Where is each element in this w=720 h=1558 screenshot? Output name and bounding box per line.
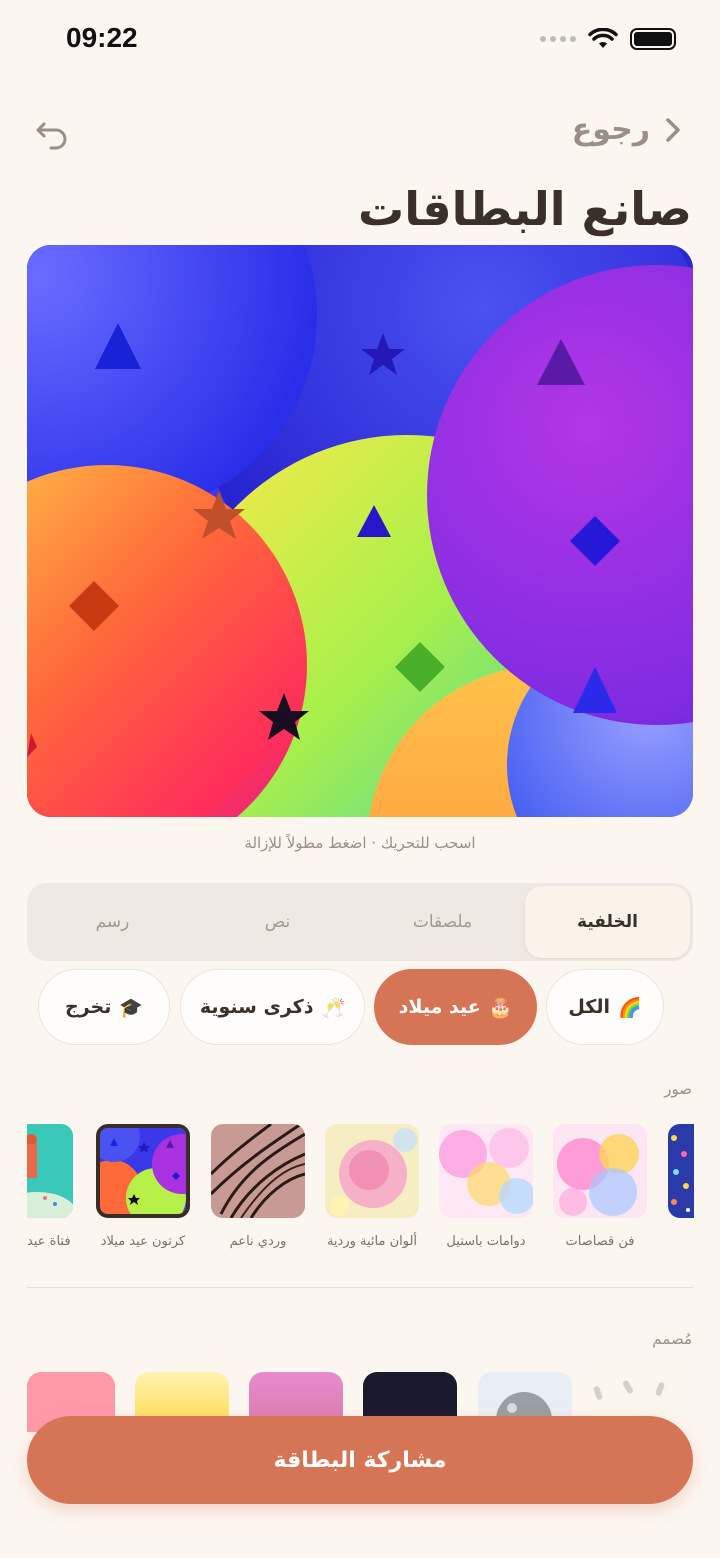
photo-thumbnail [668, 1124, 694, 1218]
champagne-icon: 🥂 [321, 996, 346, 1019]
battery-icon [630, 28, 676, 50]
photo-item[interactable]: دوامات باستيل [439, 1124, 533, 1249]
undo-icon [36, 122, 67, 150]
undo-button[interactable] [34, 112, 74, 152]
photo-item[interactable]: فن قصاصات [553, 1124, 647, 1249]
photo-thumbnail [211, 1124, 305, 1218]
photo-caption: دوامات باستيل [446, 1234, 526, 1249]
canvas-hint: اسحب للتحريك · اضغط مطولاً للإزالة [244, 834, 476, 852]
status-bar: 09:22 [0, 0, 720, 80]
photo-item-selected[interactable]: كرتون عيد ميلاد [96, 1124, 190, 1249]
photo-thumbnail [325, 1124, 419, 1218]
chip-label: ذكرى سنوية [199, 996, 314, 1018]
chip-anniversary[interactable]: 🥂 ذكرى سنوية [180, 969, 365, 1045]
wifi-icon [588, 28, 618, 48]
photo-caption: فن قصاصات [565, 1234, 635, 1249]
chip-graduation[interactable]: 🎓 تخرج [38, 969, 170, 1045]
designer-section-label: مُصمم [652, 1330, 692, 1348]
photo-caption: فتاة عيد [27, 1234, 71, 1249]
chevron-right-icon [666, 117, 680, 142]
photos-row: فن قصاصات دوامات باستيل ألوان مائية وردي [0, 1124, 720, 1264]
cake-icon: 🎂 [488, 996, 513, 1019]
photo-thumbnail [27, 1124, 73, 1218]
photo-item-partial[interactable] [668, 1124, 694, 1218]
card-canvas[interactable] [27, 245, 693, 817]
photo-item[interactable]: ألوان مائية وردية [325, 1124, 419, 1249]
chip-label: تخرج [65, 996, 112, 1018]
share-card-button[interactable]: مشاركة البطاقة [27, 1416, 693, 1504]
photo-thumbnail [439, 1124, 533, 1218]
photo-thumbnail [96, 1124, 190, 1218]
tab-stickers[interactable]: ملصقات [360, 886, 525, 958]
photo-caption: وردي ناعم [229, 1234, 287, 1249]
back-button[interactable]: رجوع [572, 112, 682, 147]
cellular-signal-icon [540, 36, 576, 42]
tab-background[interactable]: الخلفية [525, 886, 690, 958]
chip-birthday[interactable]: 🎂 عيد ميلاد [374, 969, 537, 1045]
tab-draw[interactable]: رسم [30, 886, 195, 958]
photo-caption: ألوان مائية وردية [326, 1234, 418, 1249]
card-background-image [27, 245, 693, 817]
photo-thumbnail [553, 1124, 647, 1218]
status-icons [540, 28, 676, 50]
editor-tabs: الخلفية ملصقات نص رسم [27, 883, 693, 961]
photos-section-label: صور [664, 1080, 692, 1098]
chip-all[interactable]: 🌈 الكل [546, 969, 664, 1045]
rainbow-icon: 🌈 [618, 996, 642, 1019]
back-label: رجوع [571, 112, 650, 147]
section-divider [27, 1287, 693, 1288]
graduation-cap-icon: 🎓 [119, 996, 144, 1019]
status-time: 09:22 [66, 22, 138, 53]
page-title: صانع البطاقات [358, 182, 692, 236]
photo-item[interactable]: وردي ناعم [211, 1124, 305, 1249]
chip-label: عيد ميلاد [398, 996, 481, 1018]
tab-text[interactable]: نص [195, 886, 360, 958]
photo-item-partial[interactable]: فتاة عيد [27, 1124, 73, 1249]
chip-label: الكل [568, 996, 610, 1018]
photo-caption: كرتون عيد ميلاد [100, 1234, 186, 1249]
